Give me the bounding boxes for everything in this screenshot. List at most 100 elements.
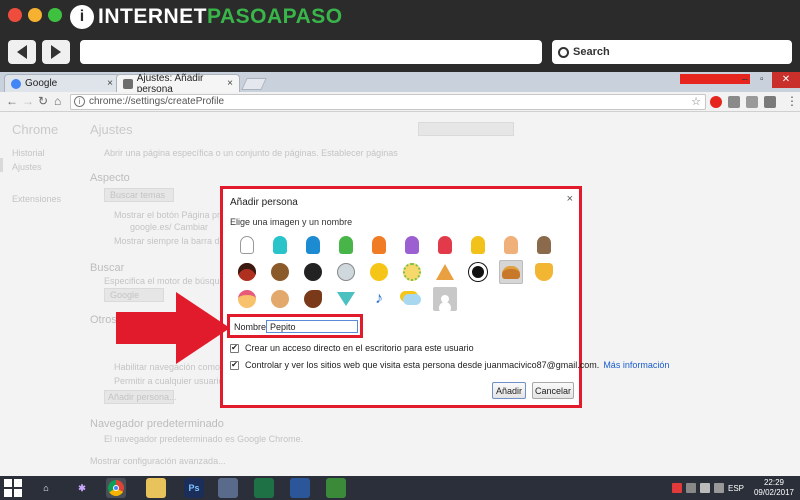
save-taskbar-icon[interactable]	[218, 478, 238, 498]
tray-icon[interactable]	[686, 483, 696, 493]
windows-start-icon[interactable]	[4, 479, 22, 497]
adblock-extension-icon[interactable]	[710, 96, 722, 108]
menu-icon[interactable]: ⋮	[786, 94, 798, 108]
address-bar[interactable]: i chrome://settings/createProfile ☆	[70, 94, 706, 110]
avatar-option[interactable]	[334, 287, 358, 311]
back-icon[interactable]: ←	[6, 94, 18, 108]
add-button[interactable]: Añadir	[492, 382, 526, 399]
avatar-option[interactable]	[301, 260, 325, 284]
sidebar-item-extensions[interactable]: Extensiones	[12, 194, 61, 204]
sidebar-selection	[0, 158, 3, 172]
home-taskbar-icon[interactable]: ⌂	[36, 478, 56, 498]
tab-close-icon[interactable]: ×	[227, 78, 233, 89]
settings-search-box[interactable]	[418, 122, 514, 136]
section-aspecto: Aspecto	[90, 172, 130, 184]
tray-icon[interactable]	[672, 483, 682, 493]
cancel-button[interactable]: Cancelar	[532, 382, 574, 399]
taskbar-clock[interactable]: 22:29 09/02/2017	[752, 478, 796, 498]
chrome-toolbar: ← → ↻ ⌂ i chrome://settings/createProfil…	[0, 92, 800, 112]
advanced-settings-link[interactable]: Mostrar configuración avanzada...	[90, 456, 226, 466]
extension-icon[interactable]	[764, 96, 776, 108]
avatar-option[interactable]	[367, 260, 391, 284]
zoom-dot-icon[interactable]	[48, 8, 62, 22]
outer-forward-button[interactable]	[42, 40, 70, 64]
shortcut-option-label: Crear un acceso directo en el escritorio…	[245, 343, 474, 353]
new-tab-button[interactable]	[241, 78, 267, 90]
section-otros: Otros	[90, 314, 117, 326]
word-taskbar-icon[interactable]	[290, 478, 310, 498]
tab-close-icon[interactable]: ×	[107, 78, 113, 89]
excel-taskbar-icon[interactable]	[254, 478, 274, 498]
avatar-option[interactable]	[466, 233, 490, 257]
startup-option[interactable]: Abrir una página específica o un conjunt…	[104, 148, 398, 158]
minimize-dot-icon[interactable]	[28, 8, 42, 22]
reload-icon[interactable]: ↻	[38, 94, 48, 108]
extension-icon[interactable]	[746, 96, 758, 108]
gear-icon	[123, 78, 133, 89]
home-icon[interactable]: ⌂	[54, 94, 61, 108]
shortcut-option[interactable]: ✔ Crear un acceso directo en el escritor…	[230, 343, 474, 353]
avatar-option[interactable]	[499, 233, 523, 257]
avatar-option[interactable]	[235, 260, 259, 284]
outer-search-field[interactable]: Search	[552, 40, 792, 64]
tab-settings[interactable]: Ajustes: Añadir persona ×	[116, 73, 240, 95]
avatar-option[interactable]	[466, 260, 490, 284]
avatar-option[interactable]: ♪	[367, 287, 391, 311]
supervise-option[interactable]: ✔ Controlar y ver los sitios web que vis…	[230, 360, 669, 370]
avatar-option[interactable]	[301, 287, 325, 311]
window-minimize-icon[interactable]: –	[742, 74, 748, 85]
clock-date: 09/02/2017	[753, 488, 795, 497]
info-icon[interactable]: i	[74, 96, 85, 107]
avatar-option[interactable]	[400, 233, 424, 257]
volume-icon[interactable]	[714, 483, 724, 493]
name-input[interactable]	[266, 320, 358, 333]
avatar-option[interactable]	[334, 233, 358, 257]
close-dot-icon[interactable]	[8, 8, 22, 22]
section-buscar: Buscar	[90, 262, 125, 274]
clock-time: 22:29	[763, 478, 785, 487]
avatar-option[interactable]	[235, 287, 259, 311]
settings-taskbar-icon[interactable]: ✱	[72, 478, 92, 498]
outer-url-field[interactable]	[80, 40, 542, 64]
dialog-subtitle: Elige una imagen y un nombre	[230, 217, 353, 227]
avatar-option[interactable]	[532, 260, 556, 284]
extension-icon[interactable]	[728, 96, 740, 108]
explorer-taskbar-icon[interactable]	[146, 478, 166, 498]
star-icon[interactable]: ☆	[691, 95, 701, 109]
avatar-option[interactable]	[400, 260, 424, 284]
window-close-icon[interactable]: ✕	[772, 72, 800, 88]
network-icon[interactable]	[700, 483, 710, 493]
avatar-option[interactable]	[301, 233, 325, 257]
window-maximize-icon[interactable]: ▫	[760, 74, 764, 85]
avatar-option[interactable]	[268, 260, 292, 284]
app-taskbar-icon[interactable]	[326, 478, 346, 498]
avatar-option[interactable]	[433, 233, 457, 257]
avatar-option[interactable]	[433, 260, 457, 284]
avatar-option-selected[interactable]	[499, 260, 523, 284]
checkbox-checked-icon[interactable]: ✔	[230, 343, 239, 353]
photoshop-taskbar-icon[interactable]: Ps	[184, 478, 204, 498]
avatar-option[interactable]	[433, 287, 457, 311]
avatar-option[interactable]	[235, 233, 259, 257]
forward-icon[interactable]: →	[22, 94, 34, 108]
checkbox-checked-icon[interactable]: ✔	[230, 360, 239, 370]
avatar-option[interactable]	[532, 233, 556, 257]
dialog-close-icon[interactable]: ×	[567, 193, 573, 205]
settings-heading: Ajustes	[90, 122, 133, 137]
sidebar-item-settings[interactable]: Ajustes	[12, 162, 42, 172]
language-indicator[interactable]: ESP	[728, 484, 744, 493]
avatar-option[interactable]	[400, 287, 424, 311]
profile-strip	[680, 74, 750, 84]
outer-back-button[interactable]	[8, 40, 36, 64]
tab-google[interactable]: Google ×	[4, 74, 120, 92]
brand-text-part1: INTERNET	[98, 5, 207, 28]
themes-button-label: Buscar temas	[110, 190, 166, 200]
chrome-taskbar-icon[interactable]	[106, 478, 126, 498]
avatar-option[interactable]	[268, 287, 292, 311]
sidebar-item-history[interactable]: Historial	[12, 148, 45, 158]
avatar-option[interactable]	[334, 260, 358, 284]
avatar-option[interactable]	[367, 233, 391, 257]
avatar-option[interactable]	[268, 233, 292, 257]
red-arrow-icon	[116, 292, 230, 364]
more-info-link[interactable]: Más información	[603, 360, 669, 370]
